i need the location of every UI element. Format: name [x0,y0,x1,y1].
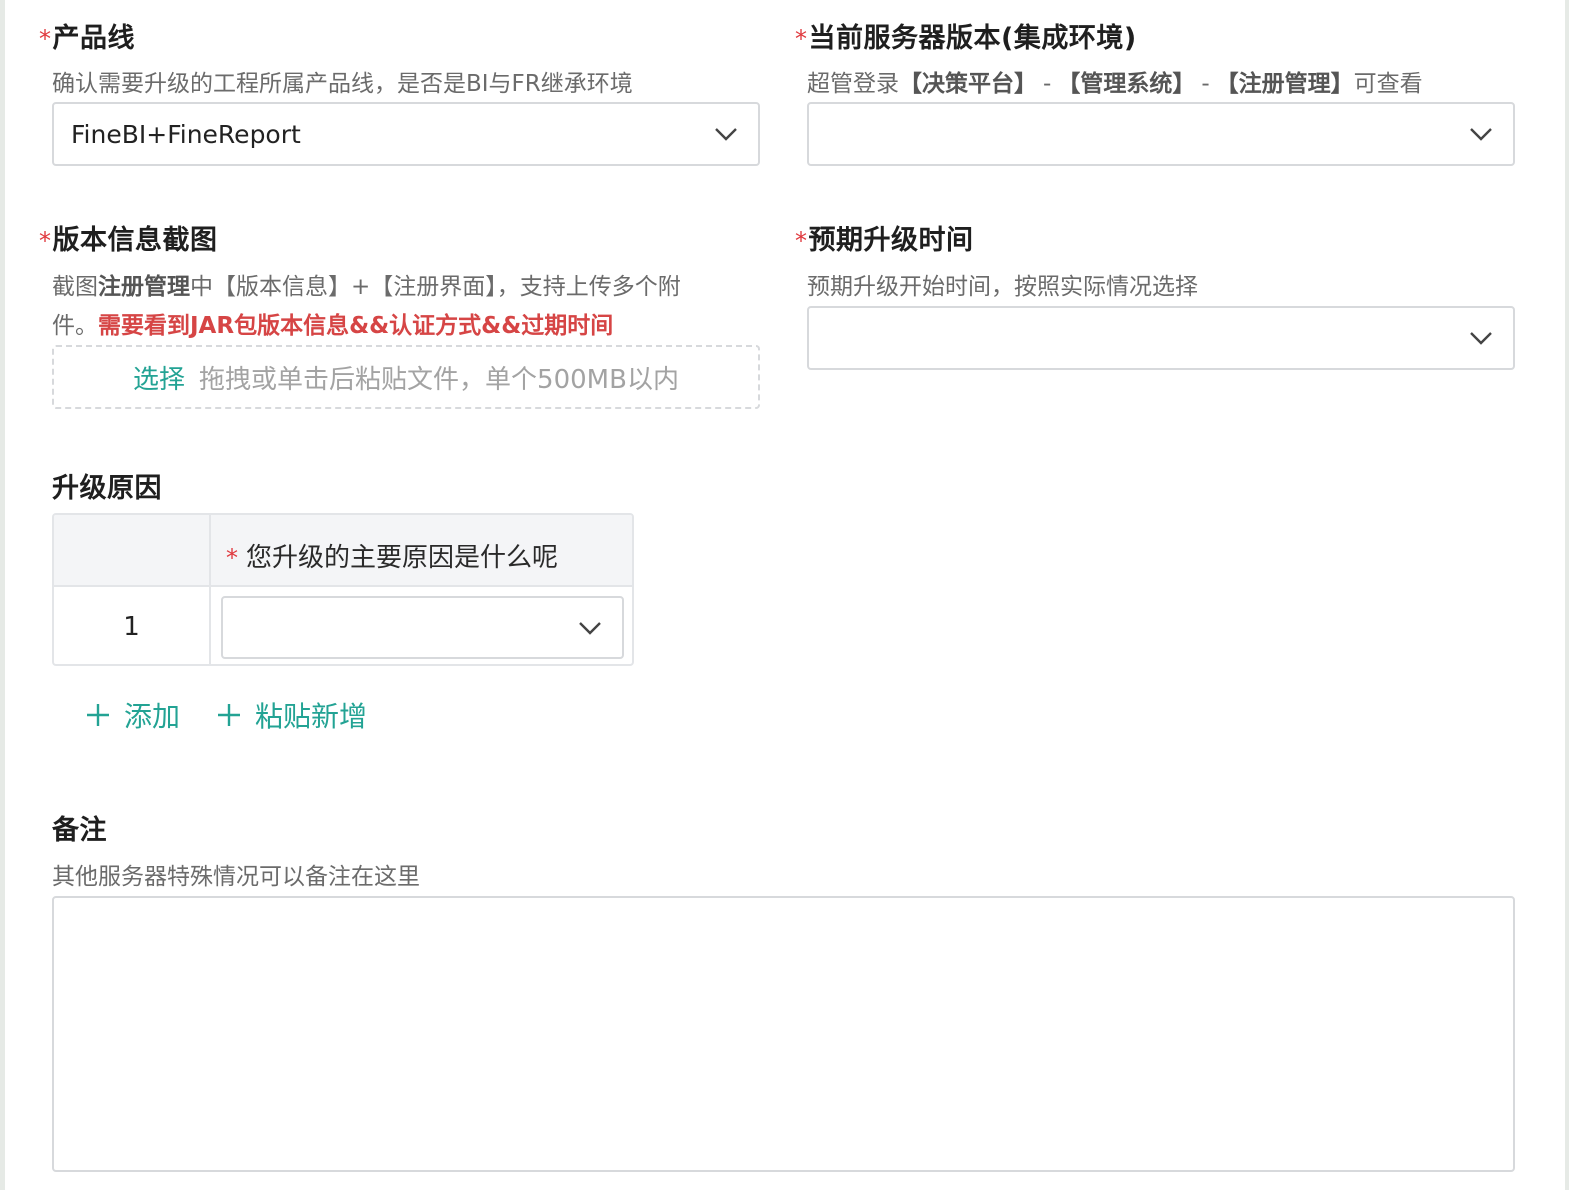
version-screenshot-description: 截图注册管理中【版本信息】+【注册界面】，支持上传多个附 [52,267,681,301]
file-upload-area[interactable]: 选择 拖拽或单击后粘贴文件，单个500MB以内 [52,345,760,409]
desc-text: 截图 [52,274,98,300]
version-screenshot-label: *版本信息截图 [39,218,218,257]
product-line-value: FineBI+FineReport [71,119,301,149]
chevron-down-icon [1470,128,1492,141]
version-screenshot-label-text: 版本信息截图 [52,225,218,256]
desc-text: 件。 [52,313,98,339]
add-row-button[interactable]: 添加 [86,695,180,735]
upgrade-time-select[interactable] [807,306,1515,370]
table-header-reason: * 您升级的主要原因是什么呢 [226,537,558,574]
upload-pick-link[interactable]: 选择 [133,359,185,396]
desc-text: 中【版本信息】+【注册界面】，支持上传多个附 [190,274,681,300]
left-edge [0,0,5,1190]
server-version-select[interactable] [807,102,1515,166]
desc-dash: - [1201,71,1210,97]
upgrade-reason-label: 升级原因 [52,473,162,504]
upload-hint: 拖拽或单击后粘贴文件，单个500MB以内 [199,364,679,395]
add-row-label: 添加 [124,700,181,733]
paste-add-label: 粘贴新增 [255,700,368,733]
plus-icon [218,704,240,726]
column-divider [209,515,211,664]
warning-text: 需要看到JAR包版本信息&&认证方式&&过期时间 [98,313,614,339]
server-version-label: *当前服务器版本(集成环境) [795,16,1137,55]
server-version-label-text: 当前服务器版本(集成环境) [808,23,1137,54]
product-line-label-text: 产品线 [52,23,135,54]
plus-icon [87,704,109,726]
chevron-down-icon [715,128,737,141]
desc-text: 超管登录 [807,71,899,97]
upgrade-reason-table: * 您升级的主要原因是什么呢 1 [52,513,634,666]
required-mark: * [795,25,808,53]
remarks-description: 其他服务器特殊情况可以备注在这里 [52,864,420,890]
product-line-label: *产品线 [39,16,135,55]
upgrade-time-label: *预期升级时间 [795,218,974,257]
remarks-textarea[interactable] [52,896,1515,1172]
table-row-index: 1 [123,611,140,642]
server-version-description: 超管登录【决策平台】 - 【管理系统】 - 【注册管理】可查看 [807,64,1423,98]
required-mark: * [795,227,808,255]
upgrade-time-description: 预期升级开始时间，按照实际情况选择 [807,274,1198,300]
product-line-description: 确认需要升级的工程所属产品线，是否是BI与FR继承环境 [52,71,633,97]
desc-bold: 【管理系统】 [1057,71,1196,97]
desc-bold: 【注册管理】 [1215,71,1354,97]
right-edge [1565,0,1569,1190]
remarks-label: 备注 [52,815,107,846]
version-screenshot-description-line2: 件。需要看到JAR包版本信息&&认证方式&&过期时间 [52,306,613,340]
product-line-select[interactable]: FineBI+FineReport [52,102,760,166]
table-header-text: 您升级的主要原因是什么呢 [246,543,559,573]
desc-bold: 【决策平台】 [899,71,1037,97]
chevron-down-icon [1470,332,1492,345]
required-mark: * [39,227,52,255]
desc-bold: 注册管理 [98,274,190,300]
desc-dash: - [1043,71,1052,97]
upgrade-time-label-text: 预期升级时间 [808,225,974,256]
required-mark: * [226,544,238,572]
required-mark: * [39,25,52,53]
chevron-down-icon [579,621,601,635]
desc-text: 可查看 [1353,71,1423,97]
paste-add-button[interactable]: 粘贴新增 [217,695,367,735]
reason-select[interactable] [221,596,624,659]
